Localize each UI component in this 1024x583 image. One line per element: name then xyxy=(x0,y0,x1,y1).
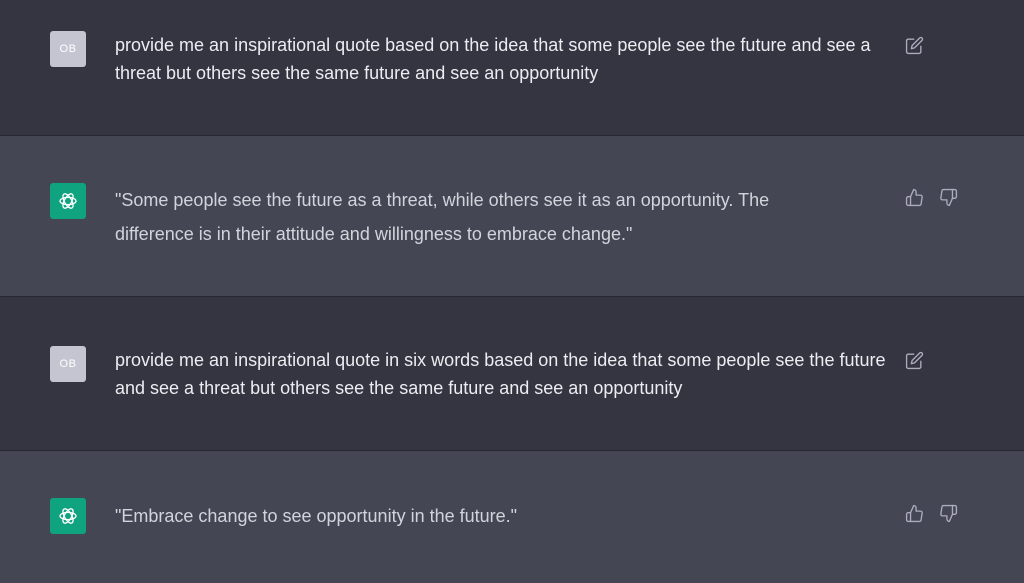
thumbs-up-icon[interactable] xyxy=(903,502,925,524)
thumbs-down-icon[interactable] xyxy=(937,186,959,208)
message-text: "Embrace change to see opportunity in th… xyxy=(115,506,518,526)
edit-icon[interactable] xyxy=(903,349,925,371)
openai-logo-icon xyxy=(50,498,86,534)
thumbs-down-icon[interactable] xyxy=(937,502,959,524)
user-avatar: OB xyxy=(50,31,86,67)
message-text: provide me an inspirational quote based … xyxy=(115,35,871,83)
user-message: OB provide me an inspirational quote bas… xyxy=(0,0,1024,135)
assistant-message: "Some people see the future as a threat,… xyxy=(0,136,1024,296)
user-avatar: OB xyxy=(50,346,86,382)
openai-logo-icon xyxy=(50,183,86,219)
message-text: provide me an inspirational quote in six… xyxy=(115,350,886,398)
message-text: "Some people see the future as a threat,… xyxy=(115,190,770,244)
assistant-message: "Embrace change to see opportunity in th… xyxy=(0,451,1024,583)
user-message: OB provide me an inspirational quote in … xyxy=(0,297,1024,450)
edit-icon[interactable] xyxy=(903,34,925,56)
chat-thread: OB provide me an inspirational quote bas… xyxy=(0,0,1024,583)
thumbs-up-icon[interactable] xyxy=(903,186,925,208)
